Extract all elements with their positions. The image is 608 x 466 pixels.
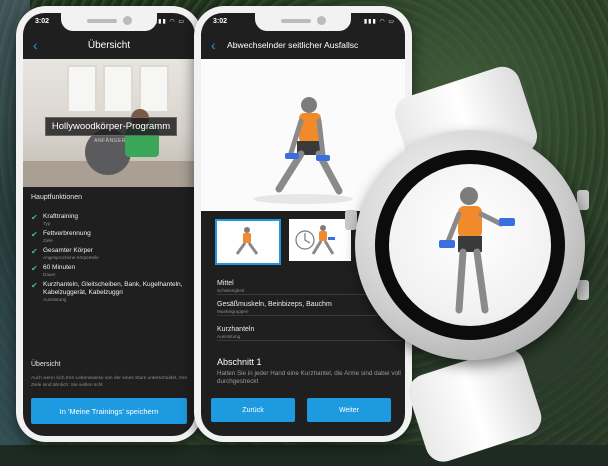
watch-side-button[interactable] [345, 210, 357, 230]
phone-notch [255, 13, 351, 31]
feature-item: ✔ Krafttraining Typ [31, 213, 79, 226]
phone-overview: 3:02 ▮▮▮ ◠ ▭ ‹ Übersicht Hollywoodkörper… [16, 6, 202, 442]
feature-item: ✔ Kurzhanteln, Gleitscheiben, Bank, Kuge… [31, 281, 183, 302]
status-time: 3:02 [213, 18, 228, 25]
smartwatch [345, 62, 608, 466]
status-time: 3:02 [35, 18, 50, 25]
check-icon: ✔ [31, 264, 38, 273]
signal-wifi-battery-icon: ▮▮▮ ◠ ▭ [153, 19, 185, 25]
thumbnail-side-view[interactable] [215, 219, 281, 265]
check-icon: ✔ [31, 213, 38, 222]
watch-exercise-figure-icon [439, 187, 515, 314]
feature-item: ✔ Gesamter Körper Angesprochene Körperte… [31, 247, 99, 260]
overview-text: Auch wenn sich Ihre Lebensweise von der … [31, 376, 188, 388]
program-hero-image: Hollywoodkörper-Programm ANFÄNGER [23, 59, 195, 187]
watch-side-button[interactable] [577, 280, 589, 300]
watch-display [389, 164, 551, 326]
section-overview-heading: Übersicht [31, 361, 61, 368]
save-to-my-workouts-button[interactable]: In 'Meine Trainings' speichern [31, 398, 187, 424]
nav-title: Übersicht [87, 40, 131, 51]
signal-wifi-battery-icon: ▮▮▮ ◠ ▭ [363, 19, 395, 25]
check-icon: ✔ [31, 247, 38, 256]
program-level: ANFÄNGER [94, 138, 126, 144]
phone-notch [61, 13, 157, 31]
feature-item: ✔ Fettverbrennung Ziele [31, 230, 91, 243]
feature-list: ✔ Krafttraining Typ ✔ Fettverbrennung Zi… [31, 213, 191, 306]
section-title: Abschnitt 1 [217, 357, 262, 367]
back-button[interactable]: Zurück [211, 398, 295, 422]
back-chevron-icon[interactable]: ‹ [211, 37, 216, 53]
watch-case [355, 130, 585, 360]
nav-bar: ‹ Abwechselnder seitlicher Ausfallsc [201, 33, 405, 59]
nav-title: Abwechselnder seitlicher Ausfallsc [227, 40, 359, 50]
overview-screen: 3:02 ▮▮▮ ◠ ▭ ‹ Übersicht Hollywoodkörper… [23, 13, 195, 436]
watch-bezel [375, 150, 565, 340]
nav-bar: ‹ Übersicht [23, 33, 195, 59]
check-icon: ✔ [31, 281, 38, 290]
program-title: Hollywoodkörper-Programm [45, 117, 177, 136]
feature-item: ✔ 60 Minuten Dauer [31, 264, 76, 277]
watch-band-bottom [404, 343, 546, 466]
check-icon: ✔ [31, 230, 38, 239]
thumbnail-video-view[interactable] [289, 219, 351, 261]
section-features-heading: Hauptfunktionen [31, 194, 82, 201]
